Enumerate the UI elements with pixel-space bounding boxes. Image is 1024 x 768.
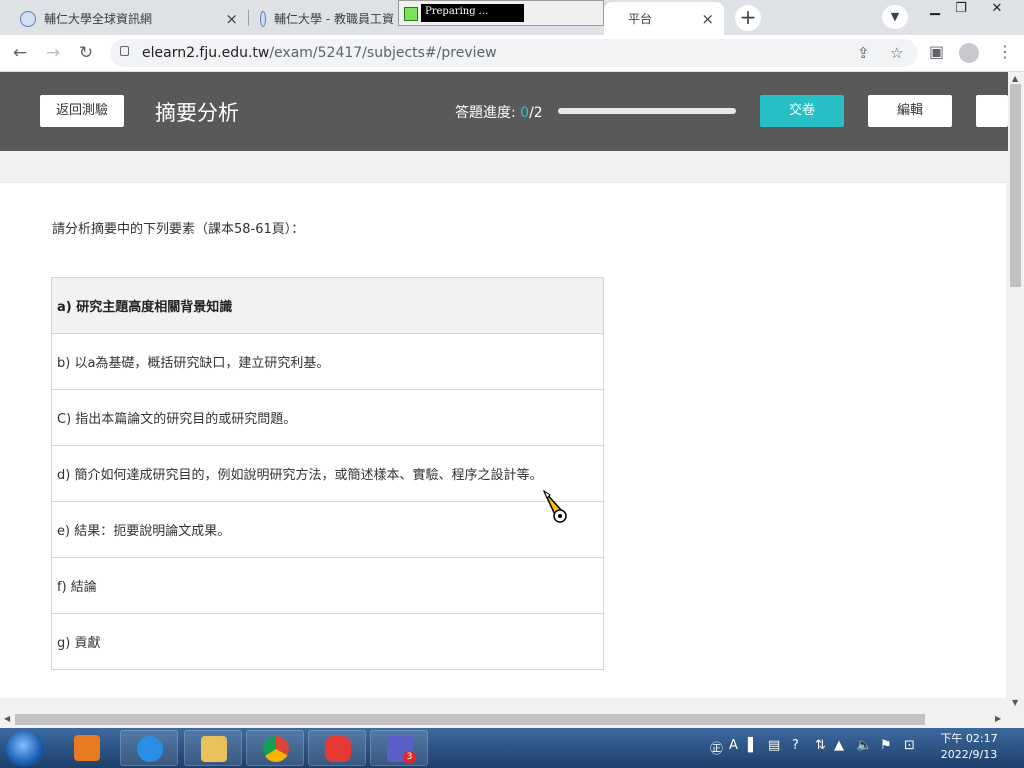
chrome-task[interactable] [246,730,304,766]
ie-task[interactable] [120,730,178,766]
ime-icon[interactable]: ㊣ [710,738,723,757]
clock-time: 下午 02:17 [940,732,998,745]
close-tab-icon[interactable]: × [701,10,714,28]
table-row: e) 結果：扼要說明論文成果。 [51,501,604,558]
back-arrow-icon[interactable]: ← [8,42,32,64]
tab-title: 輔仁大學全球資訊網 [44,12,153,26]
progress-total: /2 [529,105,543,121]
minimize-icon[interactable]: ▁ [922,0,948,20]
scroll-right-icon[interactable]: ▶ [995,714,1001,723]
profile-avatar-icon[interactable] [959,43,979,63]
table-row: f) 結論 [51,557,604,614]
tab-title: 平台 [628,12,653,26]
progress-bar [558,108,736,114]
tab-title: 輔仁大學 - 教職員工資 [274,12,394,26]
notification-badge: 3 [403,751,416,764]
table-cell: a) 研究主題高度相關背景知識 [51,277,604,334]
reload-icon[interactable]: ↻ [74,42,98,64]
fju-favicon-icon [260,10,267,27]
recorder-icon [325,736,351,762]
address-bar[interactable]: elearn2.fju.edu.tw/exam/52417/subjects#/… [110,39,918,67]
tray-arrows-icon[interactable]: ⇅ [815,738,826,753]
system-clock[interactable]: 下午 02:17 2022/9/13 [938,731,1000,763]
media-player-icon [74,735,100,761]
recorder-task[interactable] [308,730,366,766]
browser-tab-staff[interactable]: 輔仁大學 - 教職員工資 [248,2,394,35]
horizontal-scroll-thumb[interactable] [15,714,925,725]
share-icon[interactable]: ⇪ [857,44,870,62]
scroll-up-icon[interactable]: ▲ [1012,74,1018,83]
ime-mode-icon[interactable]: ▌ [748,738,758,753]
question-instruction: 請分析摘要中的下列要素（課本58-61頁）： [52,222,305,237]
progress-done: 0 [520,105,530,121]
sidepanel-icon[interactable]: ▣ [929,42,944,61]
vertical-scroll-thumb[interactable] [1010,84,1021,287]
table-row: b) 以a為基礎，概括研究缺口，建立研究利基。 [51,333,604,390]
back-to-exam-button[interactable]: 返回測驗 [40,95,124,127]
network-error-icon[interactable]: ⚑ [880,738,892,753]
new-tab-button[interactable]: + [735,5,761,31]
preparing-text: Preparing ... [421,4,524,22]
url-text: elearn2.fju.edu.tw/exam/52417/subjects#/… [142,45,497,61]
folder-icon [201,736,227,762]
close-tab-icon[interactable]: × [225,10,238,28]
edit-button[interactable]: 編輯 [868,95,952,127]
status-square-icon [404,7,418,21]
bookmark-star-icon[interactable]: ☆ [890,44,903,62]
table-row: d) 簡介如何達成研究目的，例如說明研究方法，或簡述樣本、實驗、程序之設計等。 [51,445,604,502]
table-row: g) 貢獻 [51,613,604,670]
start-button-icon[interactable] [6,731,44,767]
browser-tab-active[interactable]: 平台 × [604,2,724,35]
scroll-down-icon[interactable]: ▼ [1012,698,1018,707]
internet-explorer-icon [137,736,163,762]
table-cell: g) 貢獻 [51,613,604,670]
table-cell: b) 以a為基礎，概括研究缺口，建立研究利基。 [51,333,604,390]
clock-date: 2022/9/13 [940,748,998,761]
show-hidden-icons[interactable]: ▲ [834,738,844,753]
window-close-icon[interactable]: ✕ [984,0,1010,20]
restore-icon[interactable]: ❐ [948,0,974,20]
table-cell: C) 指出本篇論文的研究目的或研究問題。 [51,389,604,446]
elements-table: a) 研究主題高度相關背景知識 b) 以a為基礎，概括研究缺口，建立研究利基。 … [51,277,604,670]
table-cell: d) 簡介如何達成研究目的，例如說明研究方法，或簡述樣本、實驗、程序之設計等。 [51,445,604,502]
pencil-cursor-icon [542,489,567,523]
explorer-task[interactable] [184,730,242,766]
page-title: 摘要分析 [155,101,239,125]
lock-icon [120,46,129,56]
table-cell: e) 結果：扼要說明論文成果。 [51,501,604,558]
action-center-icon[interactable]: ⊡ [904,738,915,753]
browser-tab-fju-portal[interactable]: 輔仁大學全球資訊網 × [8,2,248,35]
keyboard-icon[interactable]: ▤ [768,738,780,753]
table-row: C) 指出本篇論文的研究目的或研究問題。 [51,389,604,446]
preparing-overlay: Preparing ... [398,0,604,26]
more-button[interactable] [976,95,1008,127]
browser-toolbar: ← → ↻ elearn2.fju.edu.tw/exam/52417/subj… [0,35,1024,72]
content-gap [0,151,1008,182]
submit-button[interactable]: 交卷 [760,95,844,127]
tab-search-icon[interactable]: ▼ [882,5,908,29]
fju-favicon-icon [20,10,36,27]
table-row: a) 研究主題高度相關背景知識 [51,277,604,334]
help-icon[interactable]: ? [792,738,799,753]
scroll-left-icon[interactable]: ◀ [4,714,10,723]
forward-arrow-icon[interactable]: → [41,42,65,64]
input-a-icon[interactable]: A [729,738,738,753]
table-cell: f) 結論 [51,557,604,614]
progress-label: 答題進度: 0/2 [455,105,543,121]
volume-icon[interactable]: 🔈 [856,738,872,753]
chrome-icon [263,736,289,762]
media-player-task[interactable] [58,730,116,766]
teams-task[interactable]: 3 [370,730,428,766]
menu-kebab-icon[interactable]: ⋮ [997,42,1013,61]
